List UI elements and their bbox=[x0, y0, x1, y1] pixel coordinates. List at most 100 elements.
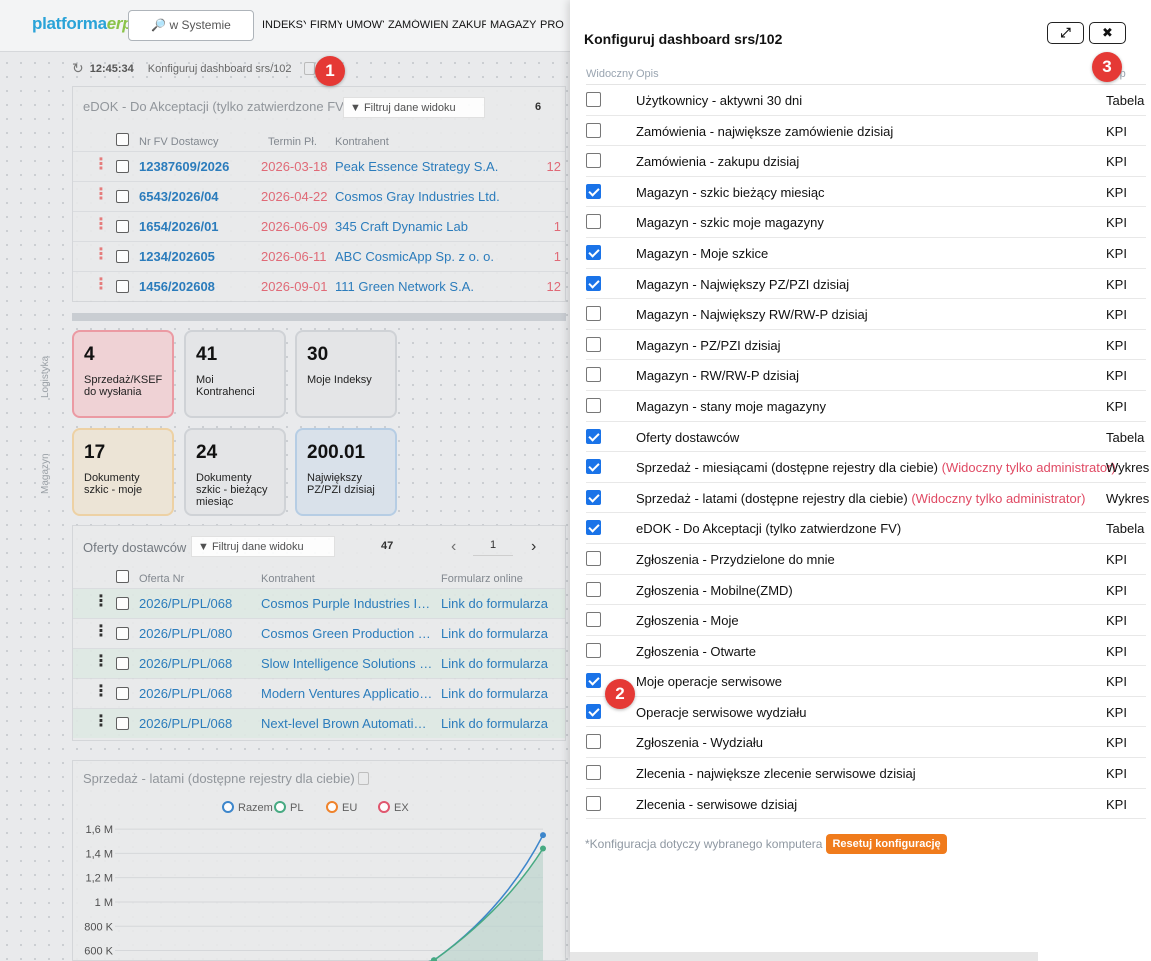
widget-row[interactable]: Magazyn - RW/RW-P dzisiaj KPI bbox=[586, 360, 1146, 391]
visibility-checkbox[interactable] bbox=[586, 703, 601, 719]
form-link[interactable]: Link do formularza bbox=[441, 716, 548, 731]
visibility-checkbox[interactable] bbox=[586, 183, 601, 199]
widget-row[interactable]: Zlecenia - serwisowe dzisiaj KPI bbox=[586, 789, 1146, 820]
row-menu-icon[interactable]: ⋮ bbox=[93, 594, 109, 610]
widget-row[interactable]: Magazyn - Największy RW/RW-P dzisiaj KPI bbox=[586, 299, 1146, 330]
page-number[interactable]: 1 bbox=[473, 536, 513, 556]
widget-row[interactable]: Magazyn - Największy PZ/PZI dzisiaj KPI bbox=[586, 269, 1146, 300]
form-link[interactable]: Link do formularza bbox=[441, 686, 548, 701]
widget-row[interactable]: Operacje serwisowe wydziału KPI bbox=[586, 697, 1146, 728]
row-checkbox[interactable] bbox=[116, 597, 129, 610]
row-checkbox[interactable] bbox=[116, 687, 129, 700]
visibility-checkbox[interactable] bbox=[586, 428, 601, 444]
visibility-checkbox[interactable] bbox=[586, 275, 601, 291]
edok-row[interactable]: ⋮ 12387609/2026 2026-03-18 Peak Essence Str… bbox=[73, 151, 565, 181]
widget-row[interactable]: Użytkownicy - aktywni 30 dni Tabela bbox=[586, 85, 1146, 116]
widget-row[interactable]: Zgłoszenia - Wydziału KPI bbox=[586, 727, 1146, 759]
visibility-checkbox[interactable] bbox=[586, 92, 601, 107]
copy-icon[interactable] bbox=[358, 772, 370, 785]
edok-filter-input[interactable]: ▼ Filtruj dane widoku bbox=[343, 97, 485, 118]
visibility-checkbox[interactable] bbox=[586, 734, 601, 750]
visibility-checkbox[interactable] bbox=[586, 244, 601, 260]
reset-config-button[interactable]: Resetuj konfigurację bbox=[826, 834, 947, 854]
row-checkbox[interactable] bbox=[116, 160, 129, 173]
row-checkbox[interactable] bbox=[116, 250, 129, 263]
menu-item-magazyn[interactable]: MAGAZYN bbox=[490, 19, 536, 31]
visibility-checkbox[interactable] bbox=[586, 765, 601, 781]
configure-dashboard-link[interactable]: Konfiguruj dashboard srs/102 bbox=[148, 63, 292, 75]
offer-number[interactable]: 2026/PL/PL/080 bbox=[139, 626, 232, 641]
visibility-checkbox[interactable] bbox=[586, 122, 601, 138]
widget-row[interactable]: Zlecenia - największe zlecenie serwisowe… bbox=[586, 758, 1146, 789]
edok-select-all-checkbox[interactable] bbox=[116, 133, 129, 146]
edok-row[interactable]: ⋮ 1654/2026/01 2026-06-09 345 Craft Dynamic… bbox=[73, 211, 565, 241]
visibility-checkbox[interactable] bbox=[586, 795, 601, 811]
oferty-row[interactable]: ⋮ 2026/PL/PL/068 Next-level Brown Automati… bbox=[73, 708, 565, 738]
row-checkbox[interactable] bbox=[116, 657, 129, 670]
row-menu-icon[interactable]: ⋮ bbox=[93, 684, 109, 700]
menu-item-zakup[interactable]: ZAKUP bbox=[452, 19, 486, 31]
oferty-select-all-checkbox[interactable] bbox=[116, 570, 129, 583]
row-menu-icon[interactable]: ⋮ bbox=[93, 247, 109, 263]
contractor[interactable]: 111 Green Network S.A. bbox=[335, 279, 474, 294]
widget-row[interactable]: Zgłoszenia - Moje KPI bbox=[586, 605, 1146, 636]
row-menu-icon[interactable]: ⋮ bbox=[93, 187, 109, 203]
offer-number[interactable]: 2026/PL/PL/068 bbox=[139, 686, 232, 701]
invoice-number[interactable]: 6543/2026/04 bbox=[139, 189, 219, 204]
oferty-row[interactable]: ⋮ 2026/PL/PL/080 Cosmos Green Production P… bbox=[73, 618, 565, 648]
visibility-checkbox[interactable] bbox=[586, 336, 601, 352]
widget-row[interactable]: Zamówienia - największe zamówienie dzisi… bbox=[586, 116, 1146, 147]
edok-row[interactable]: ⋮ 1234/202605 2026-06-11 ABC CosmicApp Sp. … bbox=[73, 241, 565, 271]
expand-button[interactable]: ⤢ bbox=[1047, 22, 1084, 44]
contractor[interactable]: 345 Craft Dynamic Lab bbox=[335, 219, 468, 234]
row-checkbox[interactable] bbox=[116, 280, 129, 293]
menu-item-firmy[interactable]: FIRMY bbox=[310, 19, 342, 31]
oferty-row[interactable]: ⋮ 2026/PL/PL/068 Modern Ventures Applicati… bbox=[73, 678, 565, 708]
form-link[interactable]: Link do formularza bbox=[441, 656, 548, 671]
visibility-checkbox[interactable] bbox=[586, 367, 601, 383]
logo[interactable]: platformaerp bbox=[32, 14, 133, 34]
visibility-checkbox[interactable] bbox=[586, 489, 601, 505]
contractor[interactable]: Slow Intelligence Solutions S.A. bbox=[261, 656, 433, 671]
contractor[interactable]: Cosmos Purple Industries Inc. bbox=[261, 596, 433, 611]
row-checkbox[interactable] bbox=[116, 190, 129, 203]
kpi-tile[interactable]: 24 Dokumenty szkic - bieżący miesiąc bbox=[184, 428, 286, 516]
visibility-checkbox[interactable] bbox=[586, 214, 601, 230]
widget-row[interactable]: Zgłoszenia - Otwarte KPI bbox=[586, 636, 1146, 667]
oferty-row[interactable]: ⋮ 2026/PL/PL/068 Slow Intelligence Solutio… bbox=[73, 648, 565, 678]
widget-row[interactable]: Zamówienia - zakupu dzisiaj KPI bbox=[586, 146, 1146, 177]
menu-item-umowy[interactable]: UMOWY bbox=[346, 19, 384, 31]
row-checkbox[interactable] bbox=[116, 220, 129, 233]
row-menu-icon[interactable]: ⋮ bbox=[93, 157, 109, 173]
widget-row[interactable]: Magazyn - Moje szkice KPI bbox=[586, 238, 1146, 269]
row-menu-icon[interactable]: ⋮ bbox=[93, 277, 109, 293]
widget-row[interactable]: Oferty dostawców Tabela bbox=[586, 422, 1146, 453]
widget-row[interactable]: Magazyn - PZ/PZI dzisiaj KPI bbox=[586, 330, 1146, 361]
next-page-button[interactable]: › bbox=[531, 538, 536, 556]
copy-icon[interactable] bbox=[303, 62, 315, 75]
visibility-checkbox[interactable] bbox=[586, 673, 601, 689]
menu-item-pro[interactable]: PRO bbox=[540, 19, 564, 31]
offer-number[interactable]: 2026/PL/PL/068 bbox=[139, 656, 232, 671]
kpi-tile[interactable]: 200.01 Największy PZ/PZI dzisiaj bbox=[295, 428, 397, 516]
row-menu-icon[interactable]: ⋮ bbox=[93, 624, 109, 640]
edok-scrollbar[interactable] bbox=[72, 313, 566, 321]
prev-page-button[interactable]: ‹ bbox=[451, 538, 456, 556]
edok-row[interactable]: ⋮ 1456/202608 2026-09-01 111 Green Network … bbox=[73, 271, 565, 301]
menu-item-zamowienia[interactable]: ZAMÓWIENIA bbox=[388, 19, 448, 31]
widget-row[interactable]: Sprzedaż - miesiącami (dostępne rejestry… bbox=[586, 452, 1149, 483]
close-button[interactable]: ✖ bbox=[1089, 22, 1126, 44]
contractor[interactable]: Next-level Brown Automation Ltd. bbox=[261, 716, 433, 731]
visibility-checkbox[interactable] bbox=[586, 153, 601, 169]
widget-row[interactable]: Sprzedaż - latami (dostępne rejestry dla… bbox=[586, 483, 1149, 514]
edok-row[interactable]: ⋮ 6543/2026/04 2026-04-22 Cosmos Gray Indus… bbox=[73, 181, 565, 211]
oferty-row[interactable]: ⋮ 2026/PL/PL/068 Cosmos Purple Industries … bbox=[73, 588, 565, 618]
visibility-checkbox[interactable] bbox=[586, 520, 601, 536]
offer-number[interactable]: 2026/PL/PL/068 bbox=[139, 596, 232, 611]
row-menu-icon[interactable]: ⋮ bbox=[93, 654, 109, 670]
row-checkbox[interactable] bbox=[116, 627, 129, 640]
invoice-number[interactable]: 1456/202608 bbox=[139, 279, 215, 294]
row-menu-icon[interactable]: ⋮ bbox=[93, 217, 109, 233]
invoice-number[interactable]: 12387609/2026 bbox=[139, 159, 229, 174]
widget-row[interactable]: Zgłoszenia - Przydzielone do mnie KPI bbox=[586, 544, 1146, 575]
